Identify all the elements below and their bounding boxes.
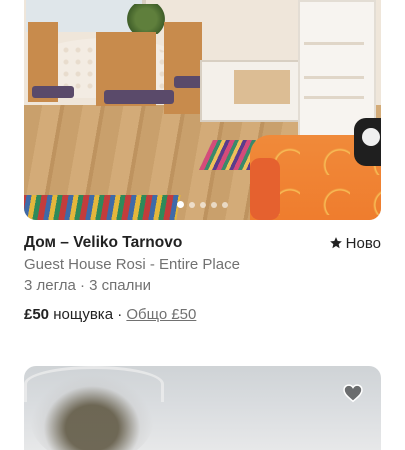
- carousel-dots: [24, 201, 381, 208]
- listing-beds-bedrooms: 3 легла · 3 спални: [24, 277, 152, 294]
- heart-icon[interactable]: [341, 382, 365, 404]
- listing-card[interactable]: Дом – Veliko Tarnovo Ново Guest House Ro…: [24, 0, 381, 326]
- price-unit: нощувка: [53, 306, 114, 323]
- total-price-link[interactable]: Общо £50: [126, 306, 196, 323]
- star-icon: [329, 237, 342, 249]
- nightly-price: £50: [24, 306, 50, 323]
- carousel-dot[interactable]: [177, 201, 184, 208]
- listing-photo-carousel[interactable]: [24, 366, 381, 450]
- listing-rating: Ново: [329, 235, 381, 252]
- listing-info: Дом – Veliko Tarnovo Ново Guest House Ro…: [24, 220, 381, 326]
- price-row: £50 нощувка · Общо £50: [24, 304, 381, 326]
- carousel-dot[interactable]: [200, 201, 206, 208]
- listing-card[interactable]: [24, 366, 381, 450]
- carousel-dot[interactable]: [222, 201, 228, 208]
- listing-title: Дом – Veliko Tarnovo: [24, 234, 183, 251]
- price-separator: ·: [117, 306, 123, 323]
- rating-label: Ново: [345, 234, 381, 252]
- listing-photo-carousel[interactable]: [24, 0, 381, 220]
- carousel-dot[interactable]: [189, 201, 195, 208]
- carousel-dot[interactable]: [211, 201, 217, 208]
- listing-subtitle: Guest House Rosi - Entire Place: [24, 256, 240, 273]
